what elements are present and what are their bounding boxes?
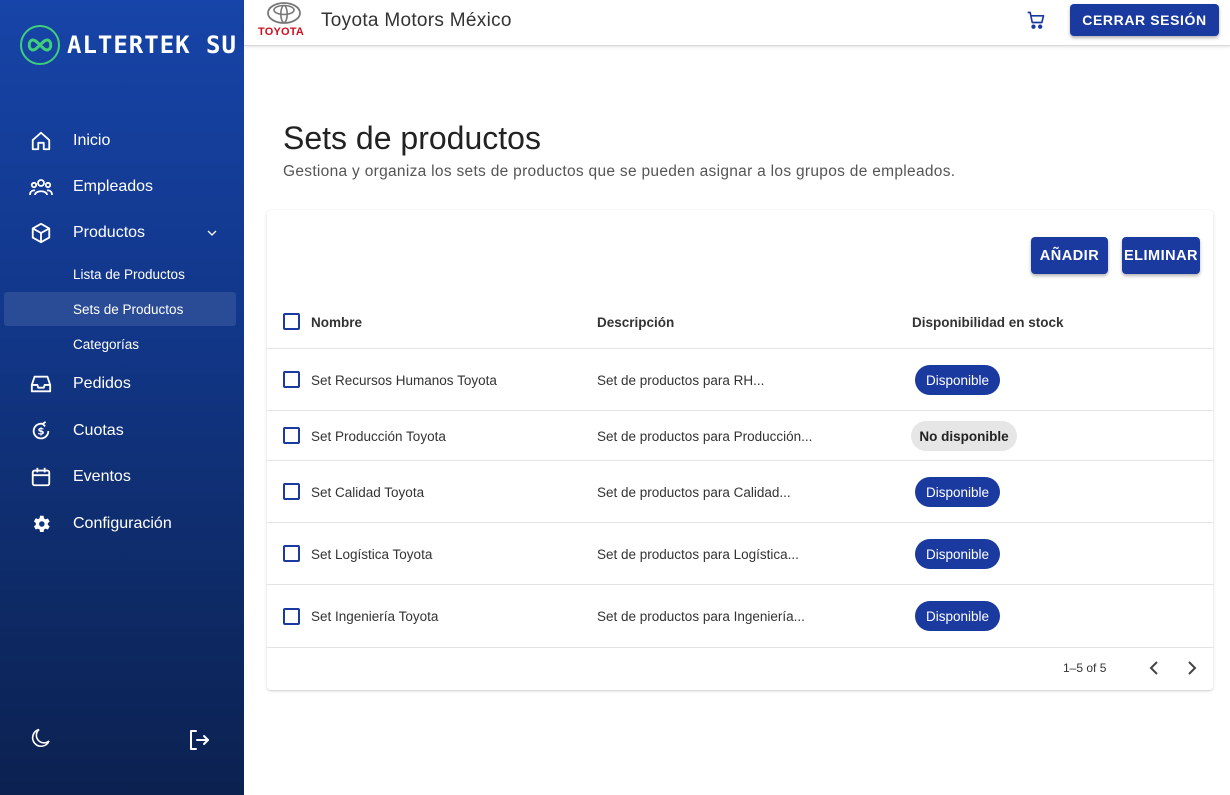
pagination: 1–5 of 5 — [267, 648, 1213, 688]
page-title: Sets de productos — [283, 120, 541, 156]
column-header-description: Descripción — [597, 315, 675, 330]
sidebar-subitem-label: Sets de Productos — [73, 301, 184, 317]
row-checkbox[interactable] — [283, 483, 300, 500]
sidebar-item-inicio[interactable]: Inicio — [0, 121, 244, 161]
sidebar-item-label: Empleados — [73, 178, 154, 195]
row-name: Set Producción Toyota — [311, 429, 446, 444]
inbox-icon — [29, 372, 53, 396]
toyota-logo-text: TOYOTA — [258, 26, 305, 38]
home-icon — [29, 129, 53, 153]
row-description: Set de productos para Calidad... — [597, 485, 791, 500]
status-badge: Disponible — [915, 365, 1000, 395]
column-header-stock: Disponibilidad en stock — [912, 315, 1064, 330]
sidebar-subitem-label: Categorías — [73, 336, 140, 352]
sidebar-subitem-categorias[interactable]: Categorías — [4, 327, 236, 361]
row-checkbox[interactable] — [283, 545, 300, 562]
company-name: Toyota Motors México — [321, 10, 512, 31]
select-all-checkbox[interactable] — [283, 313, 300, 330]
add-button[interactable]: AÑADIR — [1031, 237, 1108, 274]
sidebar-subitem-label: Lista de Productos — [73, 266, 185, 282]
row-description: Set de productos para Ingeniería... — [597, 609, 805, 624]
column-header-name: Nombre — [311, 315, 363, 330]
prev-page-icon[interactable] — [1144, 658, 1164, 678]
table-row[interactable]: Set Recursos Humanos Toyota Set de produ… — [267, 349, 1213, 411]
chevron-down-icon — [206, 224, 218, 242]
status-badge: Disponible — [915, 601, 1000, 631]
table-row[interactable]: Set Calidad Toyota Set de productos para… — [267, 461, 1213, 523]
brand-name: ALTERTEK SU — [67, 31, 237, 59]
table-header: Nombre Descripción Disponibilidad en sto… — [267, 296, 1213, 349]
calendar-icon — [29, 465, 53, 489]
sidebar-item-label: Cuotas — [73, 422, 124, 439]
table-row[interactable]: Set Producción Toyota Set de productos p… — [267, 411, 1213, 461]
row-description: Set de productos para Producción... — [597, 429, 813, 444]
sidebar-item-pedidos[interactable]: Pedidos — [0, 364, 244, 404]
row-name: Set Logística Toyota — [311, 547, 433, 562]
gear-icon — [29, 512, 53, 536]
sidebar-item-eventos[interactable]: Eventos — [0, 457, 244, 497]
box-icon — [29, 221, 53, 245]
infinity-logo-icon — [20, 25, 60, 65]
row-checkbox[interactable] — [283, 371, 300, 388]
currency-cycle-icon: $ — [29, 419, 53, 443]
table-row[interactable]: Set Logística Toyota Set de productos pa… — [267, 523, 1213, 585]
pagination-range: 1–5 of 5 — [1063, 661, 1107, 675]
sidebar-item-label: Pedidos — [73, 375, 131, 392]
toyota-logo: TOYOTA — [250, 1, 306, 41]
product-sets-card: AÑADIR ELIMINAR Nombre Descripción Dispo… — [267, 210, 1213, 690]
row-description: Set de productos para RH... — [597, 373, 765, 388]
row-checkbox[interactable] — [283, 427, 300, 444]
sidebar-item-label: Eventos — [73, 468, 131, 485]
sidebar-item-label: Configuración — [73, 515, 172, 532]
status-badge: No disponible — [911, 421, 1017, 451]
sidebar-item-productos[interactable]: Productos — [0, 213, 244, 253]
logout-icon[interactable] — [186, 727, 212, 753]
sidebar-item-cuotas[interactable]: $ Cuotas — [0, 411, 244, 451]
next-page-icon[interactable] — [1182, 658, 1202, 678]
sidebar-item-label: Productos — [73, 224, 146, 241]
top-bar: TOYOTA Toyota Motors México CERRAR SESIÓ… — [244, 0, 1230, 46]
sidebar-item-empleados[interactable]: Empleados — [0, 167, 244, 207]
svg-text:$: $ — [37, 427, 44, 438]
row-name: Set Recursos Humanos Toyota — [311, 373, 497, 388]
row-name: Set Ingeniería Toyota — [311, 609, 439, 624]
cart-icon[interactable] — [1026, 10, 1048, 32]
page-subtitle: Gestiona y organiza los sets de producto… — [283, 163, 956, 180]
logout-button[interactable]: CERRAR SESIÓN — [1070, 4, 1219, 36]
row-checkbox[interactable] — [283, 608, 300, 625]
brand-logo[interactable]: ALTERTEK SU — [20, 25, 237, 65]
sidebar: ALTERTEK SU Inicio Empleados Productos L… — [0, 0, 244, 795]
status-badge: Disponible — [915, 539, 1000, 569]
status-badge: Disponible — [915, 477, 1000, 507]
table-row[interactable]: Set Ingeniería Toyota Set de productos p… — [267, 585, 1213, 648]
sidebar-item-label: Inicio — [73, 132, 111, 149]
delete-button[interactable]: ELIMINAR — [1122, 237, 1200, 274]
sidebar-item-configuracion[interactable]: Configuración — [0, 504, 244, 544]
row-description: Set de productos para Logística... — [597, 547, 799, 562]
sidebar-subitem-sets-productos[interactable]: Sets de Productos — [4, 292, 236, 326]
moon-icon[interactable] — [28, 725, 54, 751]
people-icon — [29, 175, 53, 199]
row-name: Set Calidad Toyota — [311, 485, 425, 500]
sidebar-subitem-lista-productos[interactable]: Lista de Productos — [4, 257, 236, 291]
